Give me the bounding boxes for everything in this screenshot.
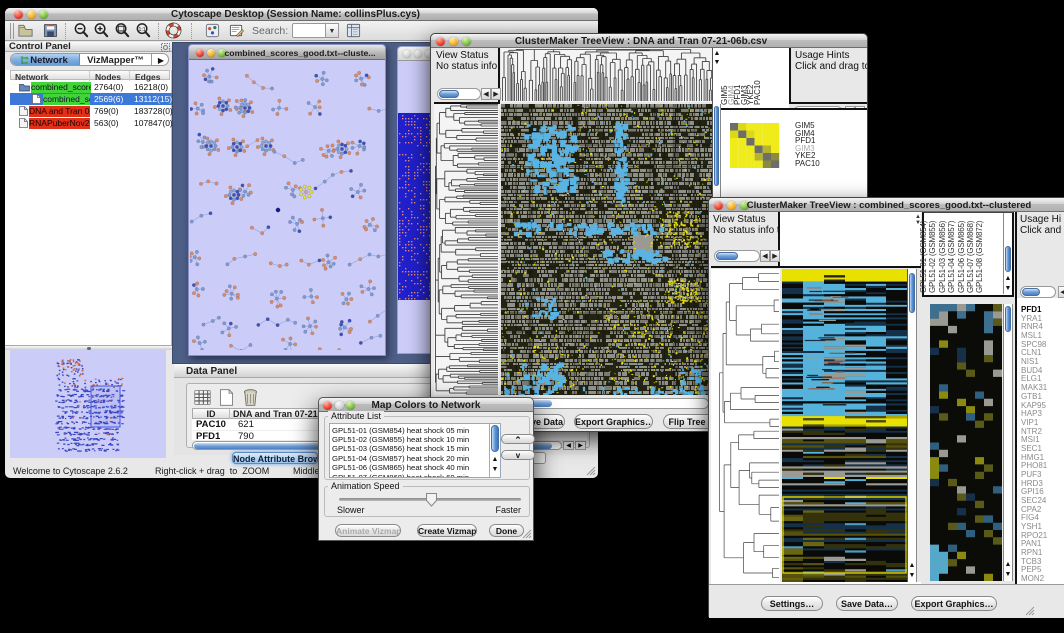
svg-text:1:1: 1:1 [138, 27, 145, 33]
